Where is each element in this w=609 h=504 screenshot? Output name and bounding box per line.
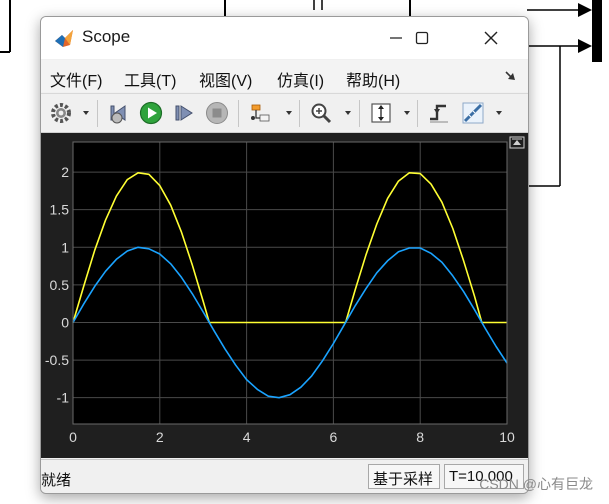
x-tick-label: 2 bbox=[156, 429, 164, 445]
x-tick-label: 4 bbox=[243, 429, 251, 445]
y-tick-label: -0.5 bbox=[45, 352, 69, 368]
step-back-icon[interactable] bbox=[107, 101, 131, 125]
scope-plot[interactable]: 0 2 4 6 8 10 -1 -0.5 0 0.5 1 1.5 2 bbox=[41, 133, 528, 458]
toolbar-separator bbox=[417, 100, 418, 127]
y-tick-label: 2 bbox=[61, 164, 69, 180]
status-bar: 就绪 基于采样 T=10.000 bbox=[41, 459, 528, 493]
close-icon bbox=[484, 31, 498, 45]
plot-background bbox=[73, 142, 507, 424]
signal-selector-icon[interactable] bbox=[249, 101, 273, 125]
scope-window: Scope 文件(F) 工具(T) 视图(V) 仿真(I) 帮助(H) 0 2 … bbox=[40, 16, 529, 494]
triggers-icon[interactable] bbox=[427, 101, 451, 125]
settings-dropdown-icon[interactable] bbox=[83, 111, 89, 115]
measurements-icon[interactable] bbox=[461, 101, 485, 125]
stop-icon[interactable] bbox=[205, 101, 229, 125]
undock-arrow-icon[interactable] bbox=[504, 69, 518, 81]
window-title: Scope bbox=[82, 27, 131, 46]
maximize-button[interactable] bbox=[402, 23, 442, 53]
y-tick-label: -1 bbox=[57, 390, 70, 406]
menu-bar: 文件(F) 工具(T) 视图(V) 仿真(I) 帮助(H) bbox=[41, 60, 528, 92]
menu-view[interactable]: 视图(V) bbox=[199, 67, 252, 91]
step-forward-icon[interactable] bbox=[172, 101, 196, 125]
y-tick-label: 0 bbox=[61, 314, 69, 330]
zoom-icon[interactable] bbox=[309, 101, 333, 125]
x-tick-label: 6 bbox=[330, 429, 338, 445]
toolbar-separator bbox=[359, 100, 360, 127]
menu-help[interactable]: 帮助(H) bbox=[346, 67, 400, 91]
title-bar[interactable]: Scope bbox=[41, 17, 528, 59]
plot-area: 0 2 4 6 8 10 -1 -0.5 0 0.5 1 1.5 2 bbox=[41, 133, 528, 458]
toolbar-separator bbox=[238, 100, 239, 127]
autoscale-dropdown-icon[interactable] bbox=[404, 111, 410, 115]
x-tick-label: 8 bbox=[416, 429, 424, 445]
watermark: CSDN @心有巨龙 bbox=[479, 476, 593, 492]
y-tick-label: 0.5 bbox=[50, 277, 70, 293]
status-ready: 就绪 bbox=[41, 472, 72, 489]
zoom-dropdown-icon[interactable] bbox=[345, 111, 351, 115]
settings-icon[interactable] bbox=[49, 101, 73, 125]
signal-selector-dropdown-icon[interactable] bbox=[286, 111, 292, 115]
toolbar bbox=[41, 93, 528, 133]
toolbar-separator bbox=[97, 100, 98, 127]
menu-simulation[interactable]: 仿真(I) bbox=[277, 67, 324, 91]
maximize-icon bbox=[415, 31, 429, 45]
toolbar-separator bbox=[299, 100, 300, 127]
run-icon[interactable] bbox=[139, 101, 163, 125]
y-tick-label: 1 bbox=[61, 239, 69, 255]
menu-file[interactable]: 文件(F) bbox=[50, 67, 102, 91]
y-tick-label: 1.5 bbox=[50, 202, 70, 218]
menu-tools[interactable]: 工具(T) bbox=[124, 67, 176, 91]
close-button[interactable] bbox=[471, 23, 511, 53]
sampling-mode: 基于采样 bbox=[368, 464, 440, 489]
x-tick-label: 0 bbox=[69, 429, 77, 445]
autoscale-icon[interactable] bbox=[369, 101, 393, 125]
measurements-dropdown-icon[interactable] bbox=[496, 111, 502, 115]
matlab-logo-icon bbox=[55, 30, 73, 47]
x-tick-label: 10 bbox=[499, 429, 515, 445]
